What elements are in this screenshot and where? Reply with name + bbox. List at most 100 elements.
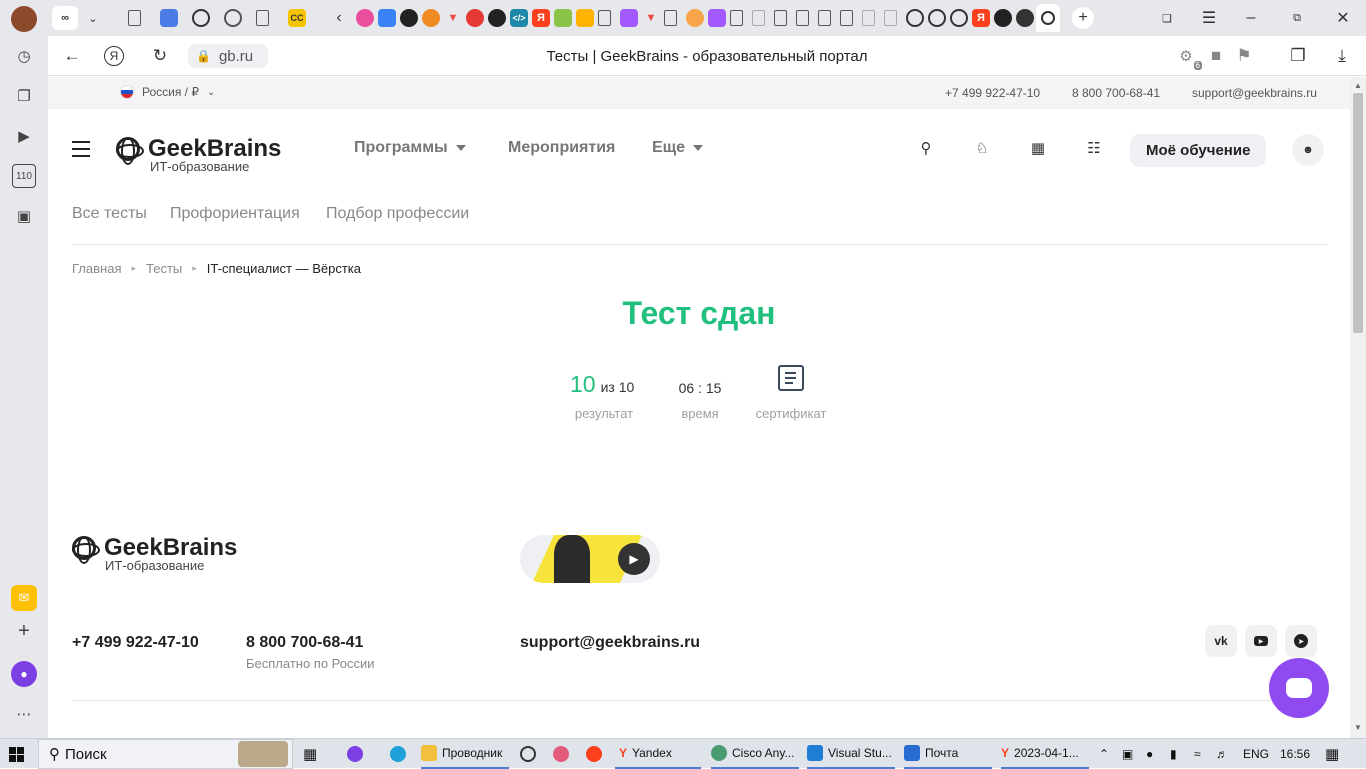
battery-icon[interactable]: ▮ [1170, 739, 1177, 769]
tab-doc-icon[interactable] [884, 10, 897, 26]
tab-group-icon[interactable]: ∞ [52, 6, 78, 30]
comment-icon[interactable]: ■ [1204, 44, 1228, 68]
user-avatar-icon[interactable]: ☻ [1292, 134, 1324, 166]
extension-icon[interactable]: ⚙ 6 [1174, 44, 1202, 70]
counter-icon[interactable]: 110 [12, 164, 36, 188]
video-promo[interactable]: ▶ [520, 535, 660, 583]
tab-openai-icon[interactable] [224, 9, 242, 27]
subnav-career[interactable]: Профориентация [170, 205, 300, 223]
tab-doc-icon[interactable] [818, 10, 831, 26]
calendar-icon[interactable]: ▦ [1029, 139, 1047, 157]
vk-icon[interactable]: vk [1205, 625, 1237, 657]
tray-app-icon[interactable]: ▣ [1122, 739, 1133, 769]
region-selector[interactable]: Россия / ₽ ⌄ [120, 85, 215, 99]
phone-link[interactable]: +7 499 922-47-10 [945, 86, 1040, 100]
youtube-icon[interactable]: ▶ [1245, 625, 1277, 657]
task-view-icon[interactable]: ▦ [303, 739, 317, 769]
tab-app-icon[interactable] [422, 9, 440, 27]
scroll-thumb[interactable] [1353, 93, 1363, 333]
tab-app-icon[interactable] [686, 9, 704, 27]
nav-events[interactable]: Мероприятия [508, 139, 615, 157]
tab-yandex-icon[interactable]: Я [972, 9, 990, 27]
volume-icon[interactable]: ♬ [1216, 739, 1228, 769]
hamburger-menu-icon[interactable] [72, 141, 90, 157]
tab-doc-icon[interactable] [840, 10, 853, 26]
telegram-icon[interactable]: ➤ [1285, 625, 1317, 657]
search-icon[interactable]: ⚲ [917, 139, 935, 157]
mail-app-icon[interactable]: ✉ [11, 585, 37, 611]
footer-phone[interactable]: +7 499 922-47-10 [72, 634, 199, 652]
breadcrumb-home[interactable]: Главная [72, 261, 121, 276]
nav-more[interactable]: Еще [652, 139, 704, 157]
bell-icon[interactable]: ♘ [973, 139, 991, 157]
tab-figma-icon[interactable] [620, 9, 638, 27]
tab-doc-icon[interactable] [256, 10, 269, 26]
history-icon[interactable]: ◷ [12, 44, 36, 68]
tab-doc-icon[interactable] [730, 10, 743, 26]
bookmark-icon[interactable]: ⚑ [1232, 44, 1256, 68]
tray-chevron-up-icon[interactable]: ⌃ [1099, 739, 1109, 769]
add-panel-icon[interactable]: + [12, 619, 36, 643]
tab-app-icon[interactable] [378, 9, 396, 27]
messages-icon[interactable]: ☷ [1085, 139, 1103, 157]
yandex-browser-taskbar-icon[interactable] [586, 739, 602, 769]
collections-icon[interactable]: ❐ [12, 84, 36, 108]
close-window-icon[interactable]: ✕ [1334, 9, 1352, 27]
bookmarks-panel-icon[interactable]: ❏ [1158, 9, 1176, 27]
tab-doc-icon[interactable] [796, 10, 809, 26]
tab-app-icon[interactable]: ▼ [642, 9, 660, 27]
tab-openai-icon[interactable] [950, 9, 968, 27]
tab-app-icon[interactable] [554, 9, 572, 27]
subnav-profession[interactable]: Подбор профессии [326, 205, 469, 223]
certificate-icon[interactable] [778, 365, 804, 391]
edge-icon[interactable] [390, 739, 406, 769]
video-icon[interactable]: ▶ [12, 124, 36, 148]
nav-programs[interactable]: Программы [354, 139, 466, 157]
taskbar-vscode[interactable]: Visual Stu... [807, 739, 895, 769]
chat-widget-button[interactable] [1269, 658, 1329, 718]
tab-scroll-left-icon[interactable]: ‹ [330, 9, 348, 27]
language-indicator[interactable]: ENG [1243, 739, 1269, 769]
taskbar-search[interactable]: ⚲ Поиск [38, 739, 293, 769]
alice-taskbar-icon[interactable] [347, 739, 363, 769]
taskbar-doc[interactable]: Y 2023-04-1... [1001, 739, 1089, 769]
email-link[interactable]: support@geekbrains.ru [1192, 86, 1317, 100]
microphone-icon[interactable]: ● [1146, 739, 1153, 769]
new-tab-button[interactable]: + [1072, 7, 1094, 29]
tab-github-icon[interactable] [488, 9, 506, 27]
profile-avatar[interactable] [11, 6, 37, 32]
tab-flower-icon[interactable] [356, 9, 374, 27]
menu-icon[interactable]: ☰ [1200, 9, 1218, 27]
footer-email[interactable]: support@geekbrains.ru [520, 634, 700, 652]
notifications-icon[interactable]: ▦ [1325, 739, 1339, 769]
taskbar-yandex[interactable]: Y Yandex [615, 739, 701, 769]
breadcrumb-tests[interactable]: Тесты [146, 261, 182, 276]
tab-doc-icon[interactable] [598, 10, 611, 26]
screenshot-icon[interactable]: ▣ [12, 204, 36, 228]
tab-doc-icon[interactable] [862, 10, 875, 26]
alice-icon[interactable]: ● [11, 661, 37, 687]
app-taskbar-icon[interactable] [520, 739, 536, 769]
tab-cc-icon[interactable]: CC [288, 9, 306, 27]
tab-doc-icon[interactable] [128, 10, 141, 26]
tab-yandex-icon[interactable]: Я [532, 9, 550, 27]
back-icon[interactable]: ← [60, 44, 84, 68]
app-taskbar-icon[interactable] [553, 739, 569, 769]
minimize-icon[interactable]: – [1242, 9, 1260, 27]
tab-github-icon[interactable] [994, 9, 1012, 27]
taskbar-explorer[interactable]: Проводник [421, 739, 509, 769]
active-tab[interactable] [1036, 4, 1060, 32]
more-icon[interactable]: ⋯ [12, 702, 36, 726]
restore-icon[interactable]: ⧉ [1288, 9, 1306, 27]
tab-openai-icon[interactable] [192, 9, 210, 27]
scroll-up-arrow-icon[interactable]: ▲ [1354, 81, 1362, 90]
reload-icon[interactable]: ↻ [148, 44, 172, 68]
taskbar-mail[interactable]: Почта [904, 739, 992, 769]
tab-code-icon[interactable]: </> [510, 9, 528, 27]
tab-app-icon[interactable] [466, 9, 484, 27]
tab-figma-icon[interactable] [708, 9, 726, 27]
url-field[interactable]: 🔒 gb.ru [188, 44, 268, 68]
tab-doc-icon[interactable] [664, 10, 677, 26]
wifi-icon[interactable]: ≈ [1194, 739, 1201, 769]
tab-mail-icon[interactable] [576, 9, 594, 27]
